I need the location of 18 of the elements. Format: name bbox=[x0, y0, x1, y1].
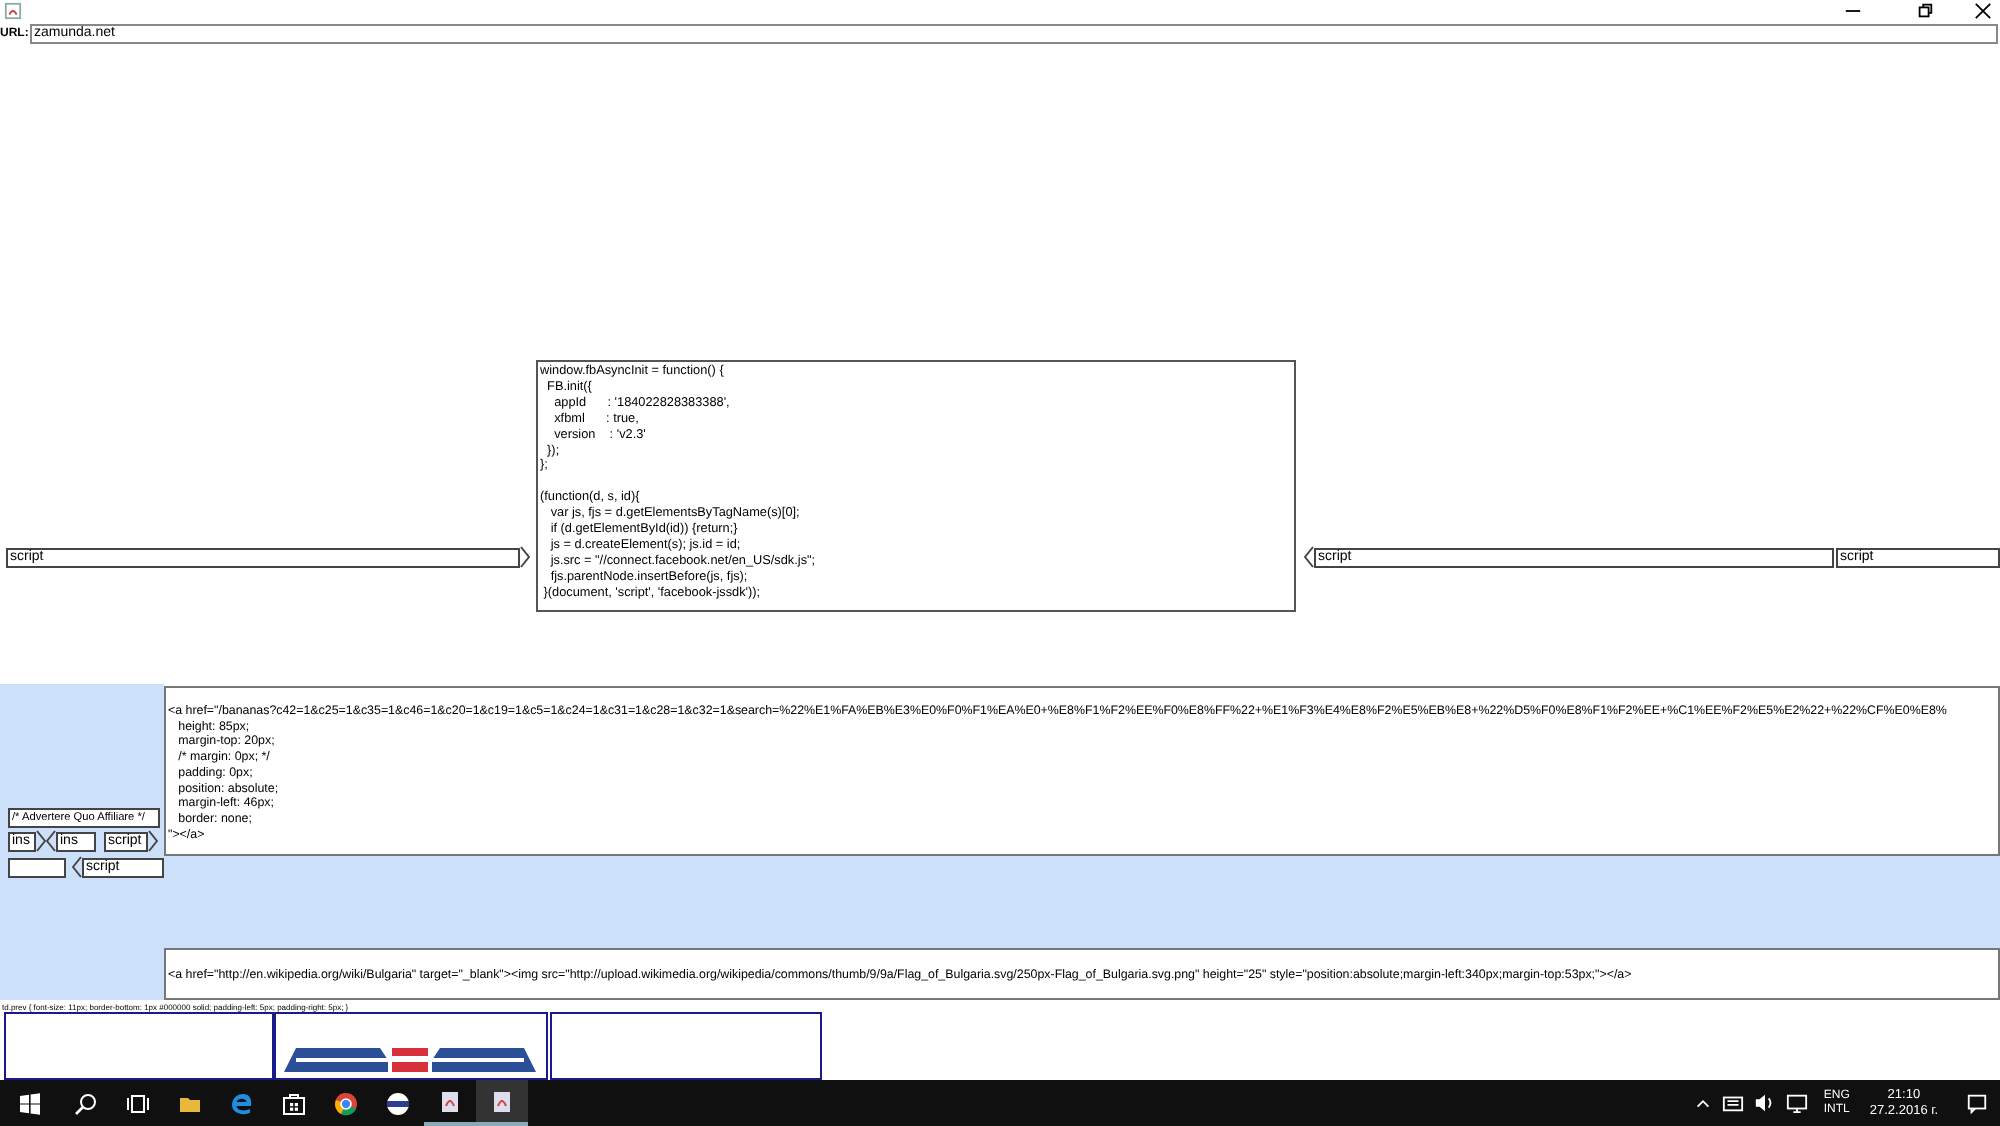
task-view-icon[interactable] bbox=[126, 1091, 150, 1115]
start-icon[interactable] bbox=[18, 1091, 42, 1115]
network-icon bbox=[1785, 1092, 1808, 1114]
chrome-icon[interactable] bbox=[334, 1091, 358, 1115]
speaker-icon bbox=[1753, 1092, 1776, 1114]
notification-icon[interactable] bbox=[1966, 1092, 1988, 1114]
search-icon[interactable] bbox=[74, 1091, 98, 1115]
app-icon bbox=[4, 2, 22, 20]
round-app-icon[interactable] bbox=[386, 1091, 410, 1115]
empty-node bbox=[8, 857, 66, 877]
store-icon[interactable] bbox=[282, 1091, 306, 1115]
close-icon bbox=[1974, 2, 1992, 20]
browser-icon[interactable] bbox=[230, 1091, 254, 1115]
java-icon[interactable] bbox=[490, 1089, 514, 1113]
maximize-icon bbox=[1916, 2, 1934, 20]
keyboard-icon bbox=[1721, 1092, 1744, 1114]
java-icon[interactable] bbox=[438, 1089, 462, 1113]
tray-expand-icon bbox=[1693, 1094, 1712, 1112]
